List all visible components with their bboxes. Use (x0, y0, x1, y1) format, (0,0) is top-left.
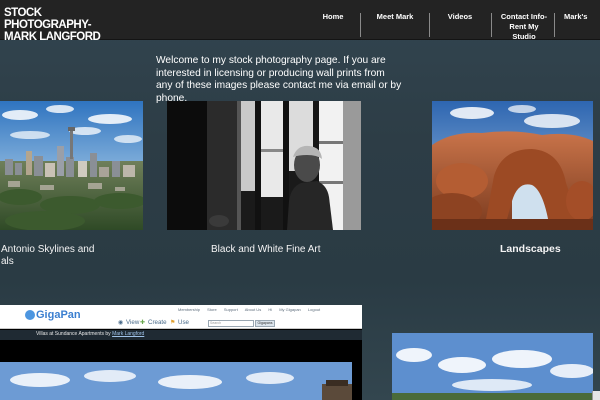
gigapan-link-support[interactable]: Support (224, 307, 238, 312)
gigapan-author-link[interactable]: Mark Langford (112, 331, 144, 337)
gigapan-link-store[interactable]: Store (207, 307, 217, 312)
gallery-caption-black-and-white[interactable]: Black and White Fine Art (211, 244, 321, 256)
use-icon: ⚑ (170, 319, 176, 326)
gigapan-link-logout[interactable]: Logout (308, 307, 320, 312)
sky-landscape-photo[interactable] (392, 333, 593, 400)
scrollbar-down-arrow[interactable] (592, 391, 600, 400)
nav-marks[interactable]: Mark's (564, 12, 600, 22)
nav-home[interactable]: Home (320, 12, 346, 22)
gallery-caption-skylines-line2[interactable]: als (1, 256, 14, 268)
bw-portrait-image (167, 101, 361, 230)
gigapan-create-link[interactable]: Create (148, 319, 167, 326)
gallery-caption-skylines[interactable]: Antonio Skylines and (1, 244, 94, 256)
nav-divider (491, 13, 492, 37)
skyline-image (0, 101, 143, 230)
gigapan-link-hi: Hi (268, 307, 273, 312)
gigapan-embed[interactable]: GigaPan Membership Store Support About U… (0, 305, 362, 400)
landscapes-photo[interactable] (432, 101, 593, 230)
gigapan-links: Membership Store Support About Us Hi My … (178, 307, 326, 312)
site-title[interactable]: STOCK PHOTOGRAPHY-MARK LANGFORD (4, 7, 114, 43)
nav-divider (429, 13, 430, 37)
create-icon: ✚ (140, 319, 146, 326)
gigapan-search-button[interactable]: Gigapans (255, 320, 275, 327)
black-and-white-photo[interactable] (167, 101, 361, 230)
gigapan-logo[interactable]: GigaPan (36, 309, 81, 321)
san-antonio-skyline-photo[interactable] (0, 101, 143, 230)
gigapan-logo-icon (25, 310, 35, 320)
gigapan-search-input[interactable]: Search (208, 320, 254, 327)
gigapan-link-my-gigapan[interactable]: My Gigapan (279, 307, 301, 312)
view-icon: ◉ (118, 319, 124, 326)
nav-meet-mark[interactable]: Meet Mark (372, 12, 418, 22)
nav-divider (360, 13, 361, 37)
gigapan-subtitle-prefix: Villas at Sundance Apartments by (36, 331, 111, 337)
gigapan-link-membership[interactable]: Membership (178, 307, 200, 312)
nav-divider (554, 13, 555, 37)
gigapan-panorama[interactable] (0, 340, 362, 400)
welcome-text: Welcome to my stock photography page. If… (156, 55, 402, 104)
sky-landscape-image (392, 333, 593, 400)
gigapan-link-about[interactable]: About Us (245, 307, 261, 312)
nav-videos[interactable]: Videos (443, 12, 477, 22)
gigapan-subtitle: Villas at Sundance Apartments by Mark La… (36, 331, 144, 337)
top-navigation-bar: STOCK PHOTOGRAPHY-MARK LANGFORD Home Mee… (0, 0, 600, 43)
gigapan-use-link[interactable]: Use (178, 319, 189, 326)
nav-contact-rent-studio[interactable]: Contact Info-Rent My Studio (498, 12, 550, 42)
red-rock-arch-image (432, 101, 593, 230)
gigapan-view-link[interactable]: View (126, 319, 139, 326)
gigapan-header: GigaPan Membership Store Support About U… (0, 305, 362, 329)
gallery-caption-landscapes[interactable]: Landscapes (500, 243, 561, 255)
